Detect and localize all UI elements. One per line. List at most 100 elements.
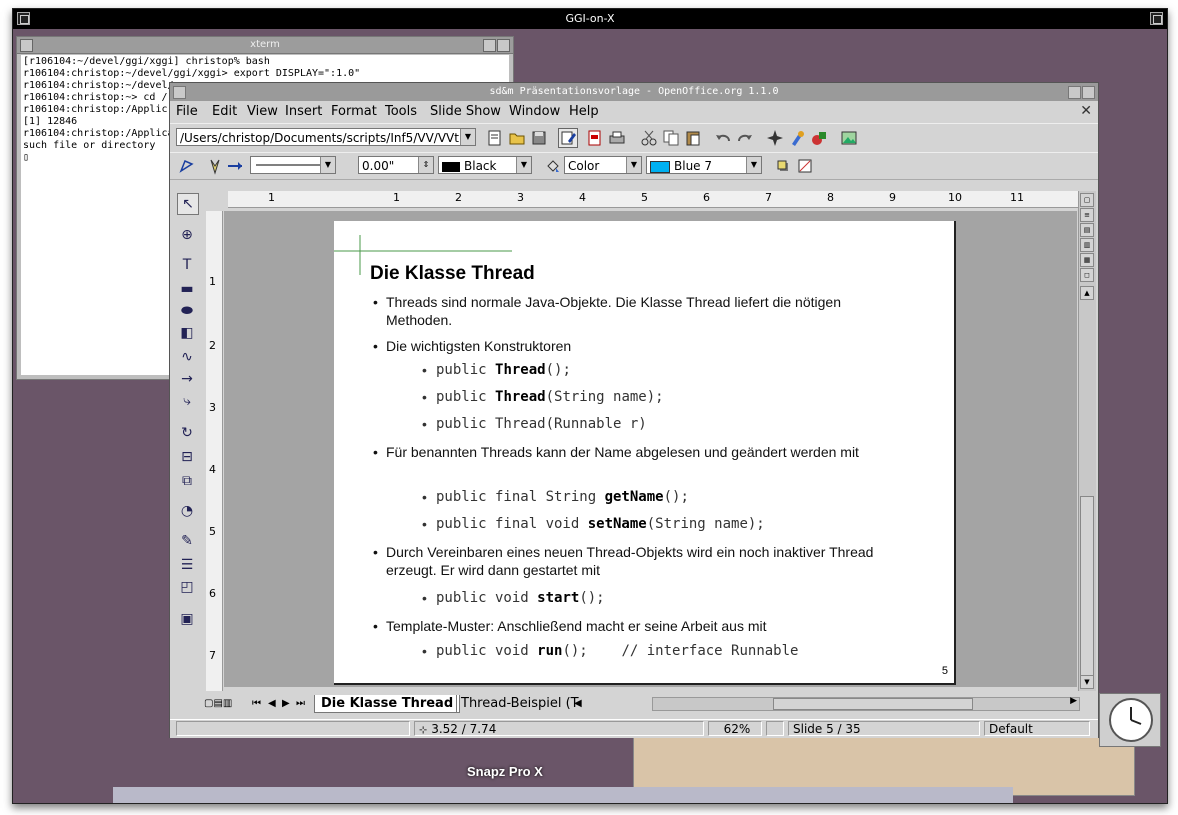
line-style-icon[interactable] [206, 157, 224, 175]
3d-object-icon[interactable]: ◧ [177, 323, 197, 343]
dock[interactable] [113, 787, 1013, 803]
office-titlebar[interactable]: sd&m Präsentationsvorlage - OpenOffice.o… [170, 83, 1098, 101]
scroll-thumb[interactable] [1080, 496, 1094, 686]
interaction-icon[interactable]: ☰ [177, 555, 197, 575]
cut-icon[interactable] [640, 129, 658, 147]
vertical-ruler[interactable]: 1 2 3 4 5 6 7 [206, 211, 223, 691]
office-minimize-icon[interactable] [1068, 86, 1081, 99]
select-pointer-icon[interactable]: ↖ [177, 193, 199, 215]
xterm-maximize-icon[interactable] [497, 39, 510, 52]
connector-icon[interactable]: ⤷ [177, 391, 197, 411]
arrow-style-icon[interactable] [226, 157, 244, 175]
line-arrow-icon[interactable]: → [177, 369, 197, 389]
save-icon[interactable] [530, 129, 548, 147]
xterm-menu-icon[interactable] [20, 39, 33, 52]
scroll-thumb[interactable] [773, 698, 973, 710]
menu-file[interactable]: File [176, 104, 198, 119]
code-run[interactable]: public void run(); // interface Runnable [422, 643, 798, 659]
bullet-named-threads[interactable]: Für benannten Threads kann der Name abge… [373, 443, 906, 461]
3d-effects-icon[interactable]: ◰ [177, 577, 197, 597]
status-layout[interactable]: Default [984, 721, 1090, 736]
xterm-titlebar[interactable]: xterm [17, 37, 513, 54]
chevron-down-icon[interactable]: ▼ [516, 157, 531, 173]
menu-view[interactable]: View [247, 104, 278, 119]
zoom-icon[interactable]: ⊕ [177, 225, 197, 245]
print-icon[interactable] [608, 129, 626, 147]
redo-icon[interactable] [736, 129, 754, 147]
open-folder-icon[interactable] [508, 129, 526, 147]
area-icon[interactable] [544, 157, 562, 175]
xterm-minimize-icon[interactable] [483, 39, 496, 52]
code-thread-default[interactable]: public Thread(); [422, 362, 571, 378]
slide-show-icon[interactable]: ▣ [177, 609, 197, 629]
code-start[interactable]: public void start(); [422, 590, 605, 606]
menu-help[interactable]: Help [569, 104, 599, 119]
menu-edit[interactable]: Edit [212, 104, 237, 119]
view-notes-icon[interactable]: ▥ [1080, 238, 1094, 252]
gallery-icon[interactable] [810, 129, 828, 147]
copy-icon[interactable] [662, 129, 680, 147]
paste-icon[interactable] [684, 129, 702, 147]
arrange-icon[interactable]: ⧉ [177, 471, 197, 491]
bullet-new-thread[interactable]: Durch Vereinbaren eines neuen Thread-Obj… [373, 543, 906, 579]
slide-title[interactable]: Die Klasse Thread [370, 263, 535, 285]
area-style-combobox[interactable]: Color ▼ [564, 156, 642, 174]
next-slide-icon[interactable]: ▶ [282, 695, 290, 712]
chevron-down-icon[interactable]: ▼ [626, 157, 641, 173]
status-zoom[interactable]: 62% [708, 721, 762, 736]
rectangle-tool-icon[interactable]: ▬ [177, 279, 197, 299]
code-thread-name[interactable]: public Thread(String name); [422, 389, 664, 405]
text-tool-icon[interactable]: T [177, 255, 197, 275]
view-handout-icon[interactable]: ▦ [1080, 253, 1094, 267]
chevron-down-icon[interactable]: ▼ [746, 157, 761, 173]
chevron-down-icon[interactable]: ▼ [320, 157, 335, 173]
view-outline-icon[interactable]: ≡ [1080, 208, 1094, 222]
code-getname[interactable]: public final String getName(); [422, 489, 689, 505]
export-pdf-icon[interactable] [586, 129, 604, 147]
close-document-icon[interactable]: ✕ [1080, 103, 1092, 119]
line-color-combobox[interactable]: Black ▼ [438, 156, 532, 174]
points-edit-icon[interactable] [178, 157, 196, 175]
line-width-spinbox[interactable]: 0.00" ⇕ [358, 156, 434, 174]
bullet-template[interactable]: Template-Muster: Anschließend macht er s… [373, 617, 906, 635]
view-slides-icon[interactable]: ▤ [1080, 223, 1094, 237]
office-maximize-icon[interactable] [1082, 86, 1095, 99]
stylist-icon[interactable] [788, 129, 806, 147]
office-menu-icon[interactable] [173, 86, 186, 99]
menu-format[interactable]: Format [331, 104, 377, 119]
scroll-down-icon[interactable]: ▼ [1080, 675, 1094, 689]
first-slide-icon[interactable]: ⏮ [252, 695, 261, 712]
effects-icon[interactable]: ✎ [177, 531, 197, 551]
mode-buttons-icon[interactable]: ▢▤▥ [204, 695, 232, 712]
bullet-constructors[interactable]: Die wichtigsten Konstruktoren [373, 337, 906, 355]
insert-object-icon[interactable]: ◔ [177, 501, 197, 521]
menu-slide-show[interactable]: Slide Show [430, 104, 501, 119]
edit-file-icon[interactable] [486, 129, 504, 147]
tab-die-klasse-thread[interactable]: Die Klasse Thread [314, 695, 461, 713]
ellipse-tool-icon[interactable]: ⬬ [177, 301, 197, 321]
scroll-right-icon[interactable]: ▶ [1070, 696, 1077, 706]
chevron-down-icon[interactable]: ▼ [460, 129, 475, 145]
last-slide-icon[interactable]: ⏭ [296, 695, 305, 712]
shadow-icon[interactable] [774, 157, 792, 175]
slide-canvas[interactable]: Die Klasse Thread Threads sind normale J… [334, 221, 956, 685]
menu-window[interactable]: Window [509, 104, 560, 119]
horizontal-scrollbar[interactable]: ▶ [652, 696, 1080, 711]
scroll-up-icon[interactable]: ▲ [1080, 286, 1094, 300]
edit-mode-icon[interactable] [558, 128, 578, 148]
menu-tools[interactable]: Tools [385, 104, 417, 119]
openoffice-window[interactable]: sd&m Präsentationsvorlage - OpenOffice.o… [169, 82, 1099, 738]
spin-icon[interactable]: ⇕ [418, 157, 433, 173]
bullet-threads[interactable]: Threads sind normale Java-Objekte. Die K… [373, 293, 906, 329]
view-slideshow-icon[interactable]: ◻ [1080, 268, 1094, 282]
prev-slide-icon[interactable]: ◀ [268, 695, 276, 712]
undo-icon[interactable] [714, 129, 732, 147]
navigator-icon[interactable] [766, 129, 784, 147]
maximize-icon[interactable] [1150, 12, 1163, 25]
url-combobox[interactable]: /Users/christop/Documents/scripts/Inf5/V… [176, 128, 476, 146]
crop-icon[interactable] [796, 157, 814, 175]
document-area[interactable]: Die Klasse Thread Threads sind normale J… [224, 211, 1077, 687]
alignment-icon[interactable]: ⊟ [177, 447, 197, 467]
tab-scroll-left-icon[interactable]: ◀ [574, 695, 582, 712]
code-setname[interactable]: public final void setName(String name); [422, 516, 765, 532]
